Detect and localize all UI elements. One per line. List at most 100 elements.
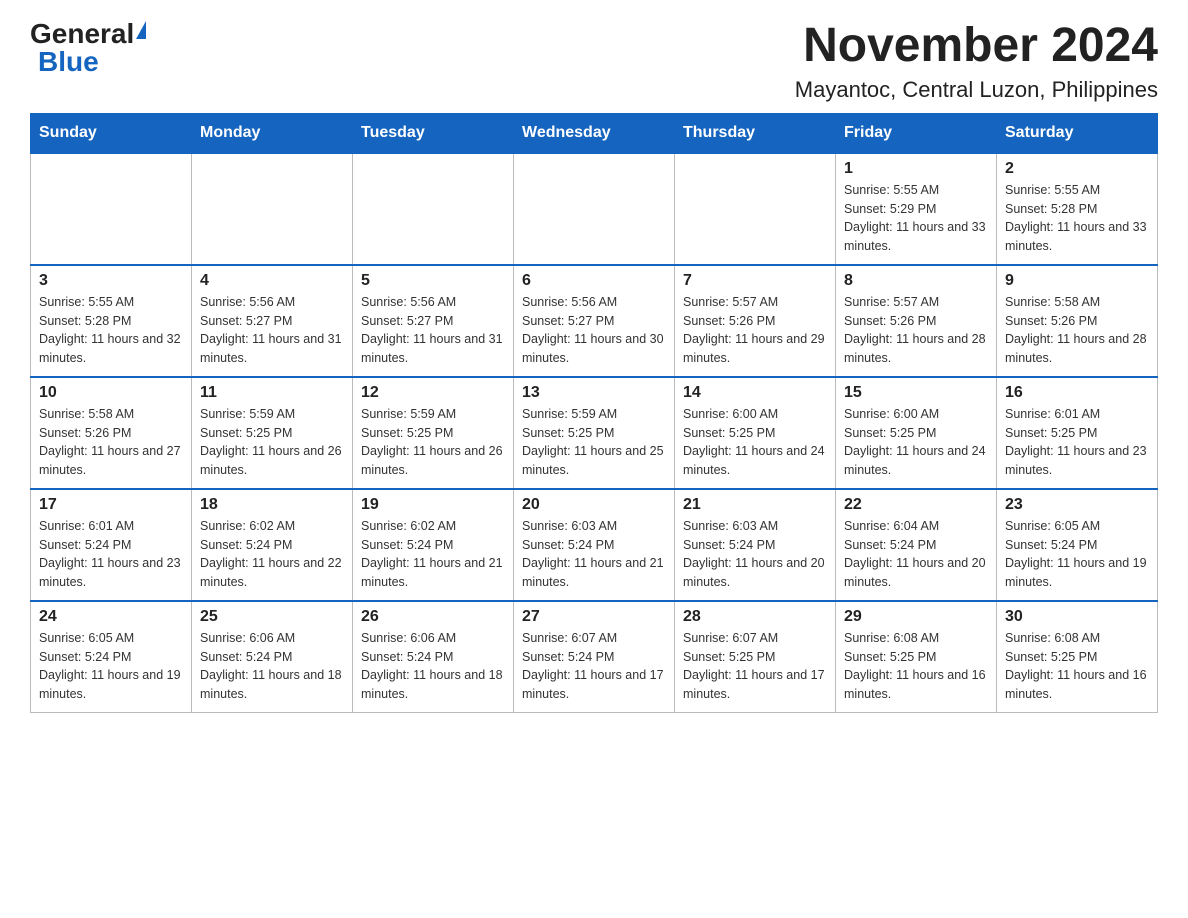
calendar-cell: 21Sunrise: 6:03 AMSunset: 5:24 PMDayligh…	[675, 489, 836, 601]
calendar-header-saturday: Saturday	[997, 113, 1158, 153]
calendar-cell: 25Sunrise: 6:06 AMSunset: 5:24 PMDayligh…	[192, 601, 353, 713]
calendar-cell: 22 Sunrise: 6:04 AMSunset: 5:24 PMDayligh…	[836, 489, 997, 601]
calendar-cell	[192, 153, 353, 265]
calendar-cell: 1Sunrise: 5:55 AMSunset: 5:29 PMDaylight…	[836, 153, 997, 265]
day-number: 29	[844, 608, 988, 626]
calendar-week-1: 1Sunrise: 5:55 AMSunset: 5:29 PMDaylight…	[31, 153, 1158, 265]
calendar-cell: 18 Sunrise: 6:02 AMSunset: 5:24 PMDayligh…	[192, 489, 353, 601]
calendar-cell: 17 Sunrise: 6:01 AMSunset: 5:24 PMDayligh…	[31, 489, 192, 601]
day-info: Sunrise: 6:00 AMSunset: 5:25 PMDaylight:…	[683, 405, 827, 480]
day-number: 26	[361, 608, 505, 626]
day-info: Sunrise: 6:08 AMSunset: 5:25 PMDaylight:…	[1005, 629, 1149, 704]
calendar-cell: 7 Sunrise: 5:57 AMSunset: 5:26 PMDaylight…	[675, 265, 836, 377]
day-info: Sunrise: 6:08 AMSunset: 5:25 PMDaylight:…	[844, 629, 988, 704]
day-number: 5	[361, 272, 505, 290]
day-number: 22	[844, 496, 988, 514]
day-number: 10	[39, 384, 183, 402]
logo-triangle-icon	[136, 21, 146, 39]
day-info: Sunrise: 5:56 AMSunset: 5:27 PMDaylight:…	[522, 293, 666, 368]
logo: General Blue	[30, 20, 146, 76]
logo-blue-text: Blue	[30, 48, 99, 76]
day-number: 19	[361, 496, 505, 514]
calendar-cell: 6Sunrise: 5:56 AMSunset: 5:27 PMDaylight…	[514, 265, 675, 377]
day-number: 17	[39, 496, 183, 514]
logo-general-text: General	[30, 20, 134, 48]
day-info: Sunrise: 6:04 AMSunset: 5:24 PMDaylight:…	[844, 517, 988, 592]
page-subtitle: Mayantoc, Central Luzon, Philippines	[795, 77, 1158, 103]
calendar-cell: 29 Sunrise: 6:08 AMSunset: 5:25 PMDayligh…	[836, 601, 997, 713]
calendar-cell: 15 Sunrise: 6:00 AMSunset: 5:25 PMDayligh…	[836, 377, 997, 489]
day-number: 3	[39, 272, 183, 290]
day-number: 12	[361, 384, 505, 402]
day-number: 4	[200, 272, 344, 290]
page-title: November 2024	[795, 20, 1158, 73]
day-info: Sunrise: 6:06 AMSunset: 5:24 PMDaylight:…	[361, 629, 505, 704]
day-number: 21	[683, 496, 827, 514]
day-number: 28	[683, 608, 827, 626]
calendar-week-3: 10Sunrise: 5:58 AMSunset: 5:26 PMDayligh…	[31, 377, 1158, 489]
calendar-table: SundayMondayTuesdayWednesdayThursdayFrid…	[30, 113, 1158, 713]
calendar-cell	[31, 153, 192, 265]
calendar-header-tuesday: Tuesday	[353, 113, 514, 153]
day-number: 15	[844, 384, 988, 402]
calendar-cell: 13Sunrise: 5:59 AMSunset: 5:25 PMDayligh…	[514, 377, 675, 489]
calendar-cell: 3 Sunrise: 5:55 AMSunset: 5:28 PMDaylight…	[31, 265, 192, 377]
day-number: 11	[200, 384, 344, 402]
day-number: 8	[844, 272, 988, 290]
calendar-cell: 11 Sunrise: 5:59 AMSunset: 5:25 PMDayligh…	[192, 377, 353, 489]
calendar-cell: 2 Sunrise: 5:55 AMSunset: 5:28 PMDaylight…	[997, 153, 1158, 265]
day-number: 24	[39, 608, 183, 626]
day-info: Sunrise: 6:05 AMSunset: 5:24 PMDaylight:…	[39, 629, 183, 704]
calendar-cell: 24 Sunrise: 6:05 AMSunset: 5:24 PMDayligh…	[31, 601, 192, 713]
calendar-cell: 23 Sunrise: 6:05 AMSunset: 5:24 PMDayligh…	[997, 489, 1158, 601]
day-info: Sunrise: 5:55 AMSunset: 5:28 PMDaylight:…	[1005, 181, 1149, 256]
day-number: 7	[683, 272, 827, 290]
day-info: Sunrise: 6:07 AMSunset: 5:24 PMDaylight:…	[522, 629, 666, 704]
header: General Blue November 2024 Mayantoc, Cen…	[30, 20, 1158, 103]
calendar-cell: 9 Sunrise: 5:58 AMSunset: 5:26 PMDaylight…	[997, 265, 1158, 377]
calendar-cell: 8 Sunrise: 5:57 AMSunset: 5:26 PMDaylight…	[836, 265, 997, 377]
calendar-header-friday: Friday	[836, 113, 997, 153]
day-info: Sunrise: 6:03 AMSunset: 5:24 PMDaylight:…	[522, 517, 666, 592]
day-number: 13	[522, 384, 666, 402]
day-number: 9	[1005, 272, 1149, 290]
day-info: Sunrise: 6:01 AMSunset: 5:24 PMDaylight:…	[39, 517, 183, 592]
calendar-header-wednesday: Wednesday	[514, 113, 675, 153]
calendar-header-sunday: Sunday	[31, 113, 192, 153]
day-number: 25	[200, 608, 344, 626]
day-number: 23	[1005, 496, 1149, 514]
day-info: Sunrise: 6:02 AMSunset: 5:24 PMDaylight:…	[361, 517, 505, 592]
day-info: Sunrise: 5:56 AMSunset: 5:27 PMDaylight:…	[200, 293, 344, 368]
calendar-cell: 27 Sunrise: 6:07 AMSunset: 5:24 PMDayligh…	[514, 601, 675, 713]
calendar-cell: 16Sunrise: 6:01 AMSunset: 5:25 PMDayligh…	[997, 377, 1158, 489]
calendar-cell: 26 Sunrise: 6:06 AMSunset: 5:24 PMDayligh…	[353, 601, 514, 713]
day-info: Sunrise: 5:55 AMSunset: 5:28 PMDaylight:…	[39, 293, 183, 368]
day-info: Sunrise: 5:59 AMSunset: 5:25 PMDaylight:…	[361, 405, 505, 480]
day-number: 20	[522, 496, 666, 514]
calendar-cell: 5 Sunrise: 5:56 AMSunset: 5:27 PMDaylight…	[353, 265, 514, 377]
calendar-header-thursday: Thursday	[675, 113, 836, 153]
calendar-cell: 30Sunrise: 6:08 AMSunset: 5:25 PMDayligh…	[997, 601, 1158, 713]
day-info: Sunrise: 5:59 AMSunset: 5:25 PMDaylight:…	[200, 405, 344, 480]
day-info: Sunrise: 6:05 AMSunset: 5:24 PMDaylight:…	[1005, 517, 1149, 592]
day-info: Sunrise: 5:56 AMSunset: 5:27 PMDaylight:…	[361, 293, 505, 368]
calendar-cell: 10Sunrise: 5:58 AMSunset: 5:26 PMDayligh…	[31, 377, 192, 489]
calendar-header-row: SundayMondayTuesdayWednesdayThursdayFrid…	[31, 113, 1158, 153]
title-area: November 2024 Mayantoc, Central Luzon, P…	[795, 20, 1158, 103]
calendar-week-5: 24 Sunrise: 6:05 AMSunset: 5:24 PMDayligh…	[31, 601, 1158, 713]
day-info: Sunrise: 5:57 AMSunset: 5:26 PMDaylight:…	[683, 293, 827, 368]
day-info: Sunrise: 5:58 AMSunset: 5:26 PMDaylight:…	[1005, 293, 1149, 368]
day-number: 2	[1005, 160, 1149, 178]
day-info: Sunrise: 5:57 AMSunset: 5:26 PMDaylight:…	[844, 293, 988, 368]
day-number: 16	[1005, 384, 1149, 402]
calendar-cell	[514, 153, 675, 265]
day-number: 27	[522, 608, 666, 626]
day-info: Sunrise: 5:55 AMSunset: 5:29 PMDaylight:…	[844, 181, 988, 256]
calendar-cell: 19 Sunrise: 6:02 AMSunset: 5:24 PMDayligh…	[353, 489, 514, 601]
calendar-cell: 4 Sunrise: 5:56 AMSunset: 5:27 PMDaylight…	[192, 265, 353, 377]
day-number: 14	[683, 384, 827, 402]
day-info: Sunrise: 6:00 AMSunset: 5:25 PMDaylight:…	[844, 405, 988, 480]
day-number: 18	[200, 496, 344, 514]
day-info: Sunrise: 6:02 AMSunset: 5:24 PMDaylight:…	[200, 517, 344, 592]
calendar-cell: 20 Sunrise: 6:03 AMSunset: 5:24 PMDayligh…	[514, 489, 675, 601]
